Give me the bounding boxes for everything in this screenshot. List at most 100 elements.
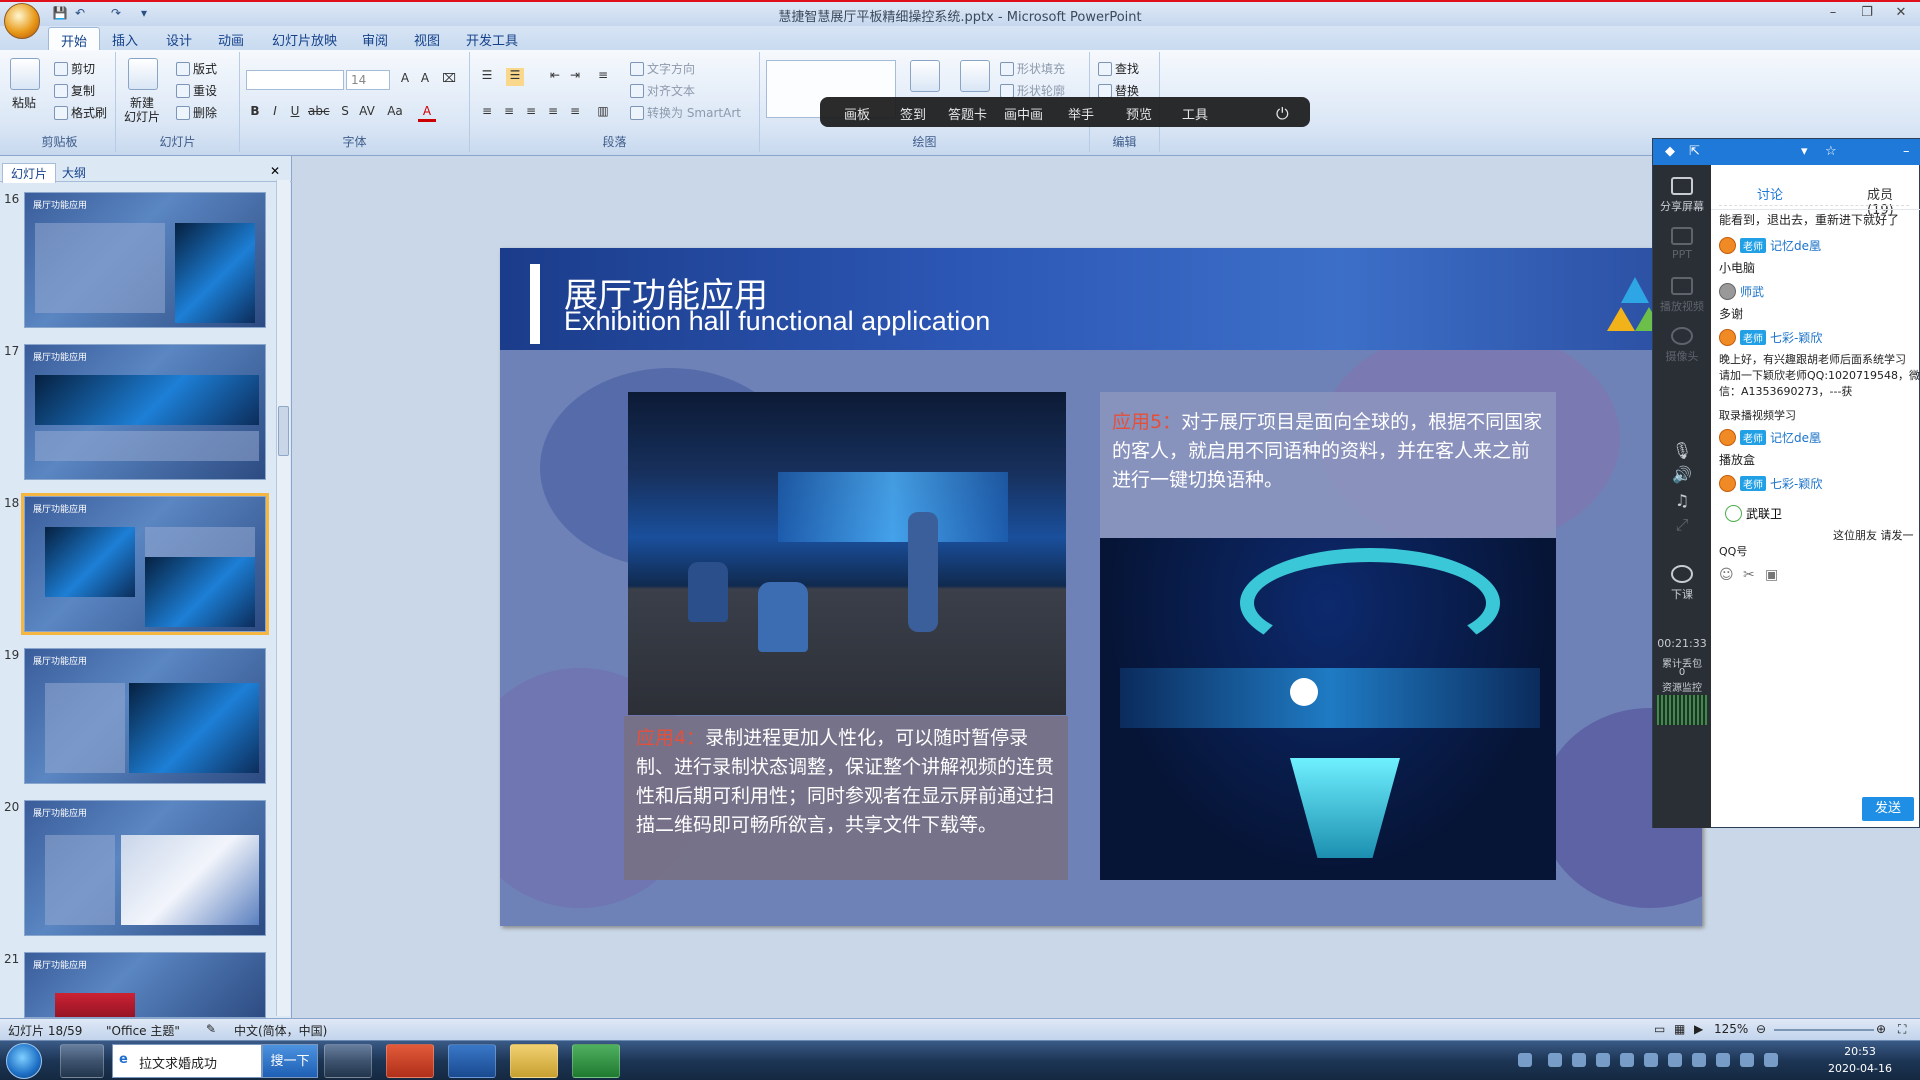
- slide-thumbnail[interactable]: 展厅功能应用: [24, 648, 266, 784]
- excel-icon[interactable]: [572, 1044, 620, 1078]
- clear-format-icon[interactable]: ⌧: [440, 71, 458, 89]
- speaker-icon[interactable]: 🔊: [1653, 465, 1711, 484]
- sorter-view-icon[interactable]: ▦: [1674, 1022, 1685, 1036]
- clock[interactable]: 20:53 2020-04-16: [1820, 1043, 1900, 1077]
- distribute-button[interactable]: ≡: [566, 104, 584, 122]
- slide-thumbnail[interactable]: 展厅功能应用: [24, 344, 266, 480]
- camera-button[interactable]: 摄像头: [1653, 327, 1711, 364]
- tab-view[interactable]: 视图: [414, 30, 440, 49]
- text-direction-button[interactable]: 文字方向: [630, 60, 695, 77]
- copy-button[interactable]: 复制: [54, 82, 95, 99]
- scissors-icon[interactable]: ✂: [1743, 567, 1755, 583]
- bullets-button[interactable]: ☰: [478, 68, 496, 86]
- underline-button[interactable]: U: [286, 104, 304, 122]
- slide-thumbnail[interactable]: 展厅功能应用: [24, 192, 266, 328]
- tray-icon[interactable]: [1548, 1053, 1562, 1067]
- ie-search-box[interactable]: e 拉文求婚成功: [112, 1044, 262, 1078]
- star-icon[interactable]: ☆: [1825, 144, 1837, 159]
- shadow-button[interactable]: S: [336, 104, 354, 122]
- volume-icon[interactable]: [1740, 1053, 1754, 1067]
- align-right-button[interactable]: ≡: [522, 104, 540, 122]
- toolbar-answer-card[interactable]: 答题卡: [948, 104, 987, 123]
- maximize-button[interactable]: ❐: [1856, 5, 1878, 23]
- grow-font-icon[interactable]: A: [396, 71, 414, 89]
- tab-animation[interactable]: 动画: [218, 30, 244, 49]
- zoom-out-icon[interactable]: ⊖: [1756, 1022, 1766, 1036]
- fit-window-icon[interactable]: ⛶: [1898, 1022, 1906, 1037]
- slideshow-view-icon[interactable]: ▶: [1694, 1022, 1703, 1036]
- start-button[interactable]: [6, 1043, 42, 1079]
- tray-icon[interactable]: [1716, 1053, 1730, 1067]
- folder-icon[interactable]: [510, 1044, 558, 1078]
- find-button[interactable]: 查找: [1098, 60, 1139, 77]
- exhibition-photo-2[interactable]: [1100, 538, 1556, 880]
- user-name[interactable]: 师武: [1740, 285, 1764, 299]
- fullscreen-icon[interactable]: ⤢: [1653, 515, 1711, 535]
- toolbar-whiteboard[interactable]: 画板: [844, 104, 870, 123]
- app-icon[interactable]: [60, 1044, 104, 1078]
- slides-pane-scrollbar[interactable]: [276, 180, 290, 1016]
- delete-slide-button[interactable]: 删除: [176, 104, 217, 121]
- new-slide-button[interactable]: 新建 幻灯片: [124, 96, 160, 124]
- columns-button[interactable]: ▥: [594, 104, 612, 122]
- popout-icon[interactable]: ⇱: [1689, 144, 1700, 159]
- paste-icon[interactable]: [10, 58, 40, 90]
- line-spacing-button[interactable]: ≡: [594, 68, 612, 86]
- network-icon[interactable]: [1764, 1053, 1778, 1067]
- ppt-button[interactable]: PPT: [1653, 227, 1711, 261]
- player-icon[interactable]: [324, 1044, 372, 1078]
- zoom-slider[interactable]: [1774, 1029, 1874, 1031]
- search-button[interactable]: 搜一下: [262, 1044, 318, 1078]
- numbering-button[interactable]: ☰: [506, 68, 524, 86]
- image-icon[interactable]: ▣: [1765, 567, 1778, 583]
- font-name-box[interactable]: [246, 70, 344, 90]
- tray-icon[interactable]: [1644, 1053, 1658, 1067]
- cut-button[interactable]: 剪切: [54, 60, 95, 77]
- close-pane-icon[interactable]: ✕: [270, 164, 280, 178]
- scroll-thumb[interactable]: [278, 406, 289, 456]
- exhibition-photo-1[interactable]: [628, 392, 1066, 715]
- tab-slideshow[interactable]: 幻灯片放映: [272, 30, 337, 49]
- tab-slides[interactable]: 幻灯片: [2, 163, 57, 183]
- mic-icon[interactable]: 🎙: [1653, 441, 1711, 460]
- tab-developer[interactable]: 开发工具: [466, 30, 518, 49]
- change-case-button[interactable]: Aa: [386, 104, 404, 122]
- powerpoint-icon[interactable]: [386, 1044, 434, 1078]
- toolbar-pip[interactable]: 画中画: [1004, 104, 1043, 123]
- shape-fill-button[interactable]: 形状填充: [1000, 60, 1065, 77]
- user-name[interactable]: 记忆de凰: [1770, 239, 1821, 253]
- user-name[interactable]: 七彩-颖欣: [1770, 477, 1822, 491]
- pin-icon[interactable]: ◆: [1665, 144, 1675, 159]
- tab-design[interactable]: 设计: [166, 30, 192, 49]
- reset-button[interactable]: 重设: [176, 82, 217, 99]
- decrease-indent-button[interactable]: ⇤: [546, 68, 564, 86]
- zoom-level[interactable]: 125%: [1714, 1022, 1748, 1036]
- language-status[interactable]: 中文(简体，中国): [234, 1022, 327, 1039]
- collapse-icon[interactable]: ▾: [1801, 144, 1808, 159]
- format-painter-button[interactable]: 格式刷: [54, 104, 107, 121]
- slide-thumbnail[interactable]: 展厅功能应用: [24, 800, 266, 936]
- toolbar-signin[interactable]: 签到: [900, 104, 926, 123]
- arrange-icon[interactable]: [910, 60, 940, 92]
- tab-discussion[interactable]: 讨论: [1757, 184, 1783, 203]
- italic-button[interactable]: I: [266, 104, 284, 122]
- normal-view-icon[interactable]: ▭: [1654, 1022, 1665, 1036]
- slide-thumbnail[interactable]: 展厅功能应用: [24, 952, 266, 1018]
- text-box-app4[interactable]: 应用4：录制进程更加人性化，可以随时暂停录制、进行录制状态调整，保证整个讲解视频…: [624, 716, 1068, 880]
- tray-icon[interactable]: [1692, 1053, 1706, 1067]
- new-slide-icon[interactable]: [128, 58, 158, 90]
- cad-icon[interactable]: [448, 1044, 496, 1078]
- layout-button[interactable]: 版式: [176, 60, 217, 77]
- user-name[interactable]: 七彩-颖欣: [1770, 331, 1822, 345]
- text-box-app5[interactable]: 应用5：对于展厅项目是面向全球的，根据不同国家的客人，就启用不同语种的资料，并在…: [1100, 392, 1556, 538]
- tab-outline[interactable]: 大纲: [54, 163, 94, 182]
- align-center-button[interactable]: ≡: [500, 104, 518, 122]
- smartart-button[interactable]: 转换为 SmartArt: [630, 104, 741, 121]
- tray-icon[interactable]: [1572, 1053, 1586, 1067]
- font-size-box[interactable]: 14: [346, 70, 390, 90]
- strikethrough-button[interactable]: abc: [308, 104, 330, 122]
- align-text-button[interactable]: 对齐文本: [630, 82, 695, 99]
- paste-button[interactable]: 粘贴: [12, 94, 36, 111]
- increase-indent-button[interactable]: ⇥: [566, 68, 584, 86]
- align-left-button[interactable]: ≡: [478, 104, 496, 122]
